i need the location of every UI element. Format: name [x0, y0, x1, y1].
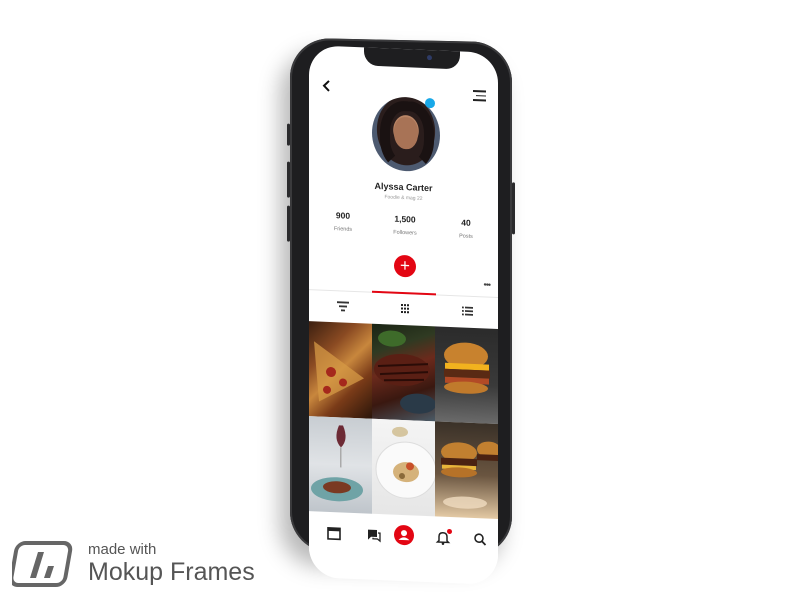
- tab-grid[interactable]: [395, 301, 415, 318]
- photo-grid: [309, 321, 498, 520]
- stat-value: 1,500: [394, 213, 416, 225]
- menu-line: [476, 94, 486, 97]
- notch: [364, 45, 460, 70]
- calendar-icon: [327, 527, 341, 541]
- menu-button[interactable]: [472, 89, 486, 105]
- burger-image: [444, 342, 490, 394]
- stat-value: 900: [335, 210, 351, 221]
- photo-plated-dish[interactable]: [309, 416, 372, 514]
- pizza-image: [314, 341, 364, 402]
- online-status-indicator: [425, 97, 435, 109]
- phone-frame: Alyssa Carter Foodie & mag 22 900 Friend…: [287, 37, 515, 586]
- mokup-frames-logo: [9, 540, 74, 588]
- grid-icon: [401, 303, 409, 314]
- nav-profile[interactable]: [394, 524, 414, 546]
- burgers-image: [441, 441, 498, 509]
- menu-line: [473, 89, 486, 93]
- filter-icon: [337, 301, 349, 312]
- stat-followers[interactable]: 1,500 Followers: [385, 213, 425, 237]
- bottom-nav-bar: [309, 513, 498, 562]
- volume-down-button: [287, 205, 290, 242]
- photo-burger[interactable]: [435, 326, 498, 425]
- photo-burgers[interactable]: [435, 421, 498, 520]
- notification-badge: [447, 528, 452, 535]
- tab-list[interactable]: [457, 303, 477, 320]
- add-post-button[interactable]: +: [394, 254, 416, 278]
- mute-switch: [287, 123, 290, 146]
- tab-filter[interactable]: [333, 298, 353, 315]
- photo-soup-bowl[interactable]: [372, 418, 435, 517]
- watermark-line2: Mokup Frames: [88, 558, 255, 586]
- list-icon: [462, 306, 473, 316]
- profile-icon: [398, 530, 410, 541]
- nav-messages[interactable]: [365, 525, 383, 544]
- power-button: [512, 182, 515, 235]
- back-button[interactable]: [319, 78, 335, 95]
- chevron-left-icon: [322, 80, 330, 92]
- stat-label: Followers: [393, 229, 417, 237]
- logo-mark: [9, 541, 73, 587]
- menu-line: [473, 99, 486, 102]
- stat-posts[interactable]: 40 Posts: [446, 217, 486, 241]
- photo-steak[interactable]: [372, 323, 435, 422]
- active-tab-indicator: [372, 290, 436, 296]
- more-options-button[interactable]: •••: [484, 279, 490, 289]
- stat-friends[interactable]: 900 Friends: [323, 210, 363, 234]
- chat-icon: [368, 529, 381, 543]
- steak-image: [374, 330, 435, 414]
- search-icon: [474, 533, 487, 546]
- soup-bowl-image: [375, 426, 435, 499]
- stat-value: 40: [461, 217, 471, 228]
- plated-dish-image: [311, 425, 363, 502]
- front-camera: [427, 55, 432, 61]
- photo-pizza[interactable]: [309, 321, 372, 419]
- nav-calendar[interactable]: [325, 524, 343, 543]
- watermark-line1: made with: [88, 541, 157, 558]
- avatar-face: [394, 116, 418, 150]
- stat-label: Friends: [333, 226, 353, 233]
- nav-notifications[interactable]: [434, 528, 452, 547]
- phone-screen: Alyssa Carter Foodie & mag 22 900 Friend…: [309, 45, 498, 586]
- volume-up-button: [287, 161, 290, 198]
- stat-label: Posts: [459, 233, 473, 240]
- nav-search[interactable]: [471, 530, 489, 549]
